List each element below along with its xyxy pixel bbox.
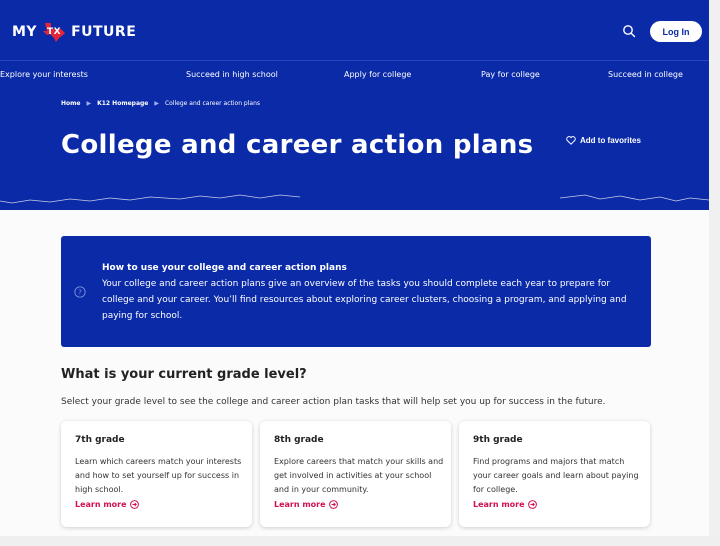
breadcrumb-current: College and career action plans <box>164 100 260 107</box>
card-description: Find programs and majors that match your… <box>473 457 639 494</box>
page: MY TX FUTURE Log In Explore your interes… <box>0 0 709 536</box>
info-callout: ? How to use your college and career act… <box>61 236 651 347</box>
grade-subtitle: Select your grade level to see the colle… <box>61 397 606 407</box>
breadcrumb-k12[interactable]: K12 Homepage <box>97 100 148 107</box>
breadcrumb: Home ▶ K12 Homepage ▶ College and career… <box>61 100 260 107</box>
info-title: How to use your college and career actio… <box>102 263 347 273</box>
breadcrumb-home[interactable]: Home <box>61 100 80 107</box>
favorites-label: Add to favorites <box>580 136 641 145</box>
site-header: MY TX FUTURE Log In <box>0 0 709 60</box>
card-title: 8th grade <box>274 435 324 445</box>
nav-item-succeed-college[interactable]: Succeed in college <box>608 70 683 79</box>
logo-text-future: FUTURE <box>71 24 137 40</box>
texas-icon: TX <box>41 21 67 43</box>
login-button[interactable]: Log In <box>650 21 702 42</box>
main-nav: Explore your interests Succeed in high s… <box>0 60 709 89</box>
grade-card-8th[interactable]: 8th grade Explore careers that match you… <box>260 421 451 527</box>
site-logo[interactable]: MY TX FUTURE <box>12 21 136 43</box>
logo-text-tx: TX <box>47 27 62 37</box>
svg-text:?: ? <box>78 289 82 297</box>
card-description: Learn which careers match your interests… <box>75 457 242 494</box>
nav-item-pay-college[interactable]: Pay for college <box>481 70 540 79</box>
nav-item-succeed-high-school[interactable]: Succeed in high school <box>186 70 278 79</box>
arrow-circle-right-icon <box>328 500 338 509</box>
chevron-right-icon: ▶ <box>86 100 92 107</box>
info-body: Your college and career action plans giv… <box>102 279 627 321</box>
learn-more-link[interactable]: Learn more <box>274 500 338 509</box>
learn-more-link[interactable]: Learn more <box>473 500 537 509</box>
chevron-right-icon: ▶ <box>154 100 159 107</box>
grade-card-7th[interactable]: 7th grade Learn which careers match your… <box>61 421 252 527</box>
grade-heading: What is your current grade level? <box>61 367 307 382</box>
window-bottom-edge <box>0 536 720 546</box>
add-to-favorites-button[interactable]: Add to favorites <box>566 136 641 145</box>
heart-icon <box>566 136 576 145</box>
page-title: College and career action plans <box>61 130 534 160</box>
arrow-circle-right-icon <box>527 500 537 509</box>
card-title: 7th grade <box>75 435 125 445</box>
search-icon[interactable] <box>622 24 636 38</box>
question-icon: ? <box>74 286 86 298</box>
learn-more-label: Learn more <box>473 500 525 509</box>
logo-text-my: MY <box>12 24 38 40</box>
scrollbar[interactable] <box>709 0 720 546</box>
card-title: 9th grade <box>473 435 523 445</box>
learn-more-label: Learn more <box>274 500 326 509</box>
torn-edge-decoration <box>0 186 709 204</box>
arrow-circle-right-icon <box>129 500 139 509</box>
card-description: Explore careers that match your skills a… <box>274 457 444 494</box>
learn-more-label: Learn more <box>75 500 127 509</box>
learn-more-link[interactable]: Learn more <box>75 500 139 509</box>
nav-item-explore-interests[interactable]: Explore your interests <box>0 70 88 79</box>
grade-card-9th[interactable]: 9th grade Find programs and majors that … <box>459 421 650 527</box>
nav-item-apply-college[interactable]: Apply for college <box>344 70 411 79</box>
